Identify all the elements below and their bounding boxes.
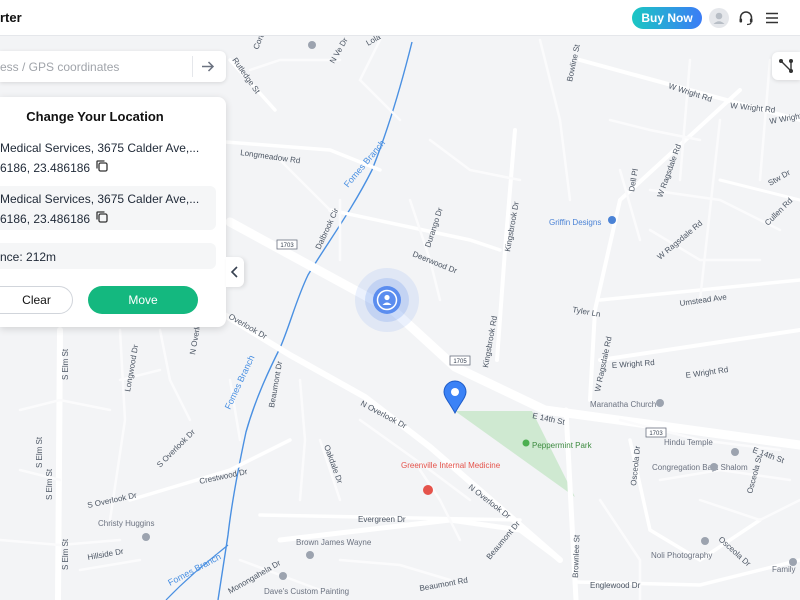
search-bar <box>0 51 226 82</box>
copy-icon[interactable] <box>95 210 109 224</box>
road-label: E Wright Rd <box>612 358 656 370</box>
svg-text:Greenville Internal Medicine: Greenville Internal Medicine <box>401 461 501 470</box>
destination-pin-icon[interactable] <box>443 380 467 415</box>
road-label: Evergreen Dr <box>358 515 406 524</box>
poi-maranatha-church[interactable]: Maranatha Church <box>590 399 664 409</box>
route-shield-1703-a: 1703 <box>276 239 298 250</box>
distance-row: nce: 212m <box>0 243 216 269</box>
route-icon[interactable] <box>772 52 800 80</box>
route-shield-1705: 1705 <box>449 355 471 366</box>
road-label: N Overlook Dr <box>467 482 513 520</box>
road-label: Longmeadow Rd <box>240 148 301 165</box>
road-label: W Wright Rd <box>730 101 776 115</box>
road-label: Hillside Dr <box>87 547 125 562</box>
road-label: W Ragsdale Rd <box>593 336 613 393</box>
road-label: Rutledge St <box>230 56 262 96</box>
poi-christy-huggins[interactable]: Christy Huggins <box>98 519 154 541</box>
road-label: Cullen Rd <box>763 196 794 227</box>
buy-now-button[interactable]: Buy Now <box>632 7 702 29</box>
creek-label: Fomes Branch <box>342 138 387 189</box>
road-label: Brownlee St <box>571 534 582 578</box>
road-label: S Overlook Dr <box>155 427 197 469</box>
road-label: W Wright Rd <box>667 81 713 104</box>
top-bar: rter Buy Now <box>0 0 800 36</box>
svg-text:1705: 1705 <box>453 359 467 365</box>
road-s-elm <box>55 327 63 600</box>
poi-marker <box>308 41 316 49</box>
svg-text:Congregation Bayt Shalom: Congregation Bayt Shalom <box>652 463 748 472</box>
poi-brown-james-wayne[interactable]: Brown James Wayne <box>296 538 372 559</box>
road-label: Durango Dr <box>423 206 444 248</box>
move-button[interactable]: Move <box>88 286 198 314</box>
creek-label: Fomes Branch <box>223 354 257 411</box>
svg-text:1703: 1703 <box>280 243 294 249</box>
road-label: S Elm St <box>61 538 70 570</box>
road-label: Stw Dr <box>767 168 793 188</box>
distance-text: nce: 212m <box>0 250 57 264</box>
road-label: Englewood Dr <box>590 581 641 590</box>
user-avatar-icon[interactable] <box>709 8 729 28</box>
origin-location-row[interactable]: Medical Services, 3675 Calder Ave,... 61… <box>0 135 216 179</box>
poi-griffin-designs[interactable]: Griffin Designs <box>549 216 616 227</box>
copy-icon[interactable] <box>95 159 109 173</box>
svg-text:Dave's Custom Painting: Dave's Custom Painting <box>264 587 349 596</box>
road-osceola <box>628 438 762 563</box>
route-shield-1703-b: 1703 <box>645 427 667 438</box>
clear-button[interactable]: Clear <box>0 286 73 314</box>
road-label: W Ragsdale Rd <box>656 219 705 262</box>
road-label: Dell Pl <box>627 168 640 193</box>
road-label: Deerwood Dr <box>411 250 458 276</box>
road-label: S Elm St <box>35 436 44 468</box>
arrow-right-icon[interactable] <box>192 56 220 77</box>
svg-text:Brown James Wayne: Brown James Wayne <box>296 538 372 547</box>
road-label: Bowline St <box>565 43 582 83</box>
svg-text:Maranatha Church: Maranatha Church <box>590 400 656 409</box>
poi-congregation[interactable]: Congregation Bayt Shalom <box>652 463 748 472</box>
poi-hindu-temple[interactable]: Hindu Temple <box>664 438 739 456</box>
road-label: Overlook Dr <box>227 312 269 341</box>
creek-label: Fomes Branch <box>166 551 222 587</box>
road-label: S Elm St <box>61 348 70 380</box>
svg-text:1703: 1703 <box>649 431 663 437</box>
road-label: W Ragsdale Rd <box>655 143 683 199</box>
road-label: E Wright Rd <box>685 365 729 380</box>
origin-address: Medical Services, 3675 Calder Ave,... <box>0 141 200 155</box>
destination-location-row[interactable]: Medical Services, 3675 Calder Ave,... 61… <box>0 186 216 230</box>
svg-text:Griffin Designs: Griffin Designs <box>549 218 601 227</box>
panel-title: Change Your Location <box>26 109 164 124</box>
svg-text:Christy Huggins: Christy Huggins <box>98 519 154 528</box>
chevron-left-icon[interactable] <box>226 257 244 287</box>
svg-text:Peppermint Park: Peppermint Park <box>532 441 593 450</box>
current-location-marker[interactable] <box>355 268 419 332</box>
origin-coordinates: 6186, 23.486186 <box>0 161 91 175</box>
road-wright-e <box>598 328 800 362</box>
road-label: S Elm St <box>45 468 54 500</box>
destination-address: Medical Services, 3675 Calder Ave,... <box>0 192 200 206</box>
road-label: Longwood Dr <box>123 344 140 393</box>
poi-family[interactable]: Family <box>772 558 797 574</box>
svg-text:Noli Photography: Noli Photography <box>651 551 712 560</box>
road-label: Umstead Ave <box>679 292 728 308</box>
road-label: Beaumont Dr <box>267 360 284 408</box>
poi-greenville-internal-medicine[interactable]: Greenville Internal Medicine <box>401 461 501 495</box>
svg-text:Hindu Temple: Hindu Temple <box>664 438 713 447</box>
change-location-panel: Change Your Location Medical Services, 3… <box>0 97 226 327</box>
road-label: Osceola Dr <box>717 535 753 569</box>
headset-icon[interactable] <box>736 8 756 28</box>
road-label: Crestwood Dr <box>199 467 249 486</box>
road-crestwood <box>128 438 292 502</box>
hamburger-menu-icon[interactable] <box>762 8 782 28</box>
destination-coordinates: 6186, 23.486186 <box>0 212 91 226</box>
search-input[interactable] <box>0 51 190 82</box>
app-title: rter <box>0 10 22 25</box>
road-label: Cortez Dr <box>252 36 273 51</box>
poi-peppermint-park[interactable]: Peppermint Park <box>522 439 593 451</box>
svg-text:Family: Family <box>772 565 796 574</box>
